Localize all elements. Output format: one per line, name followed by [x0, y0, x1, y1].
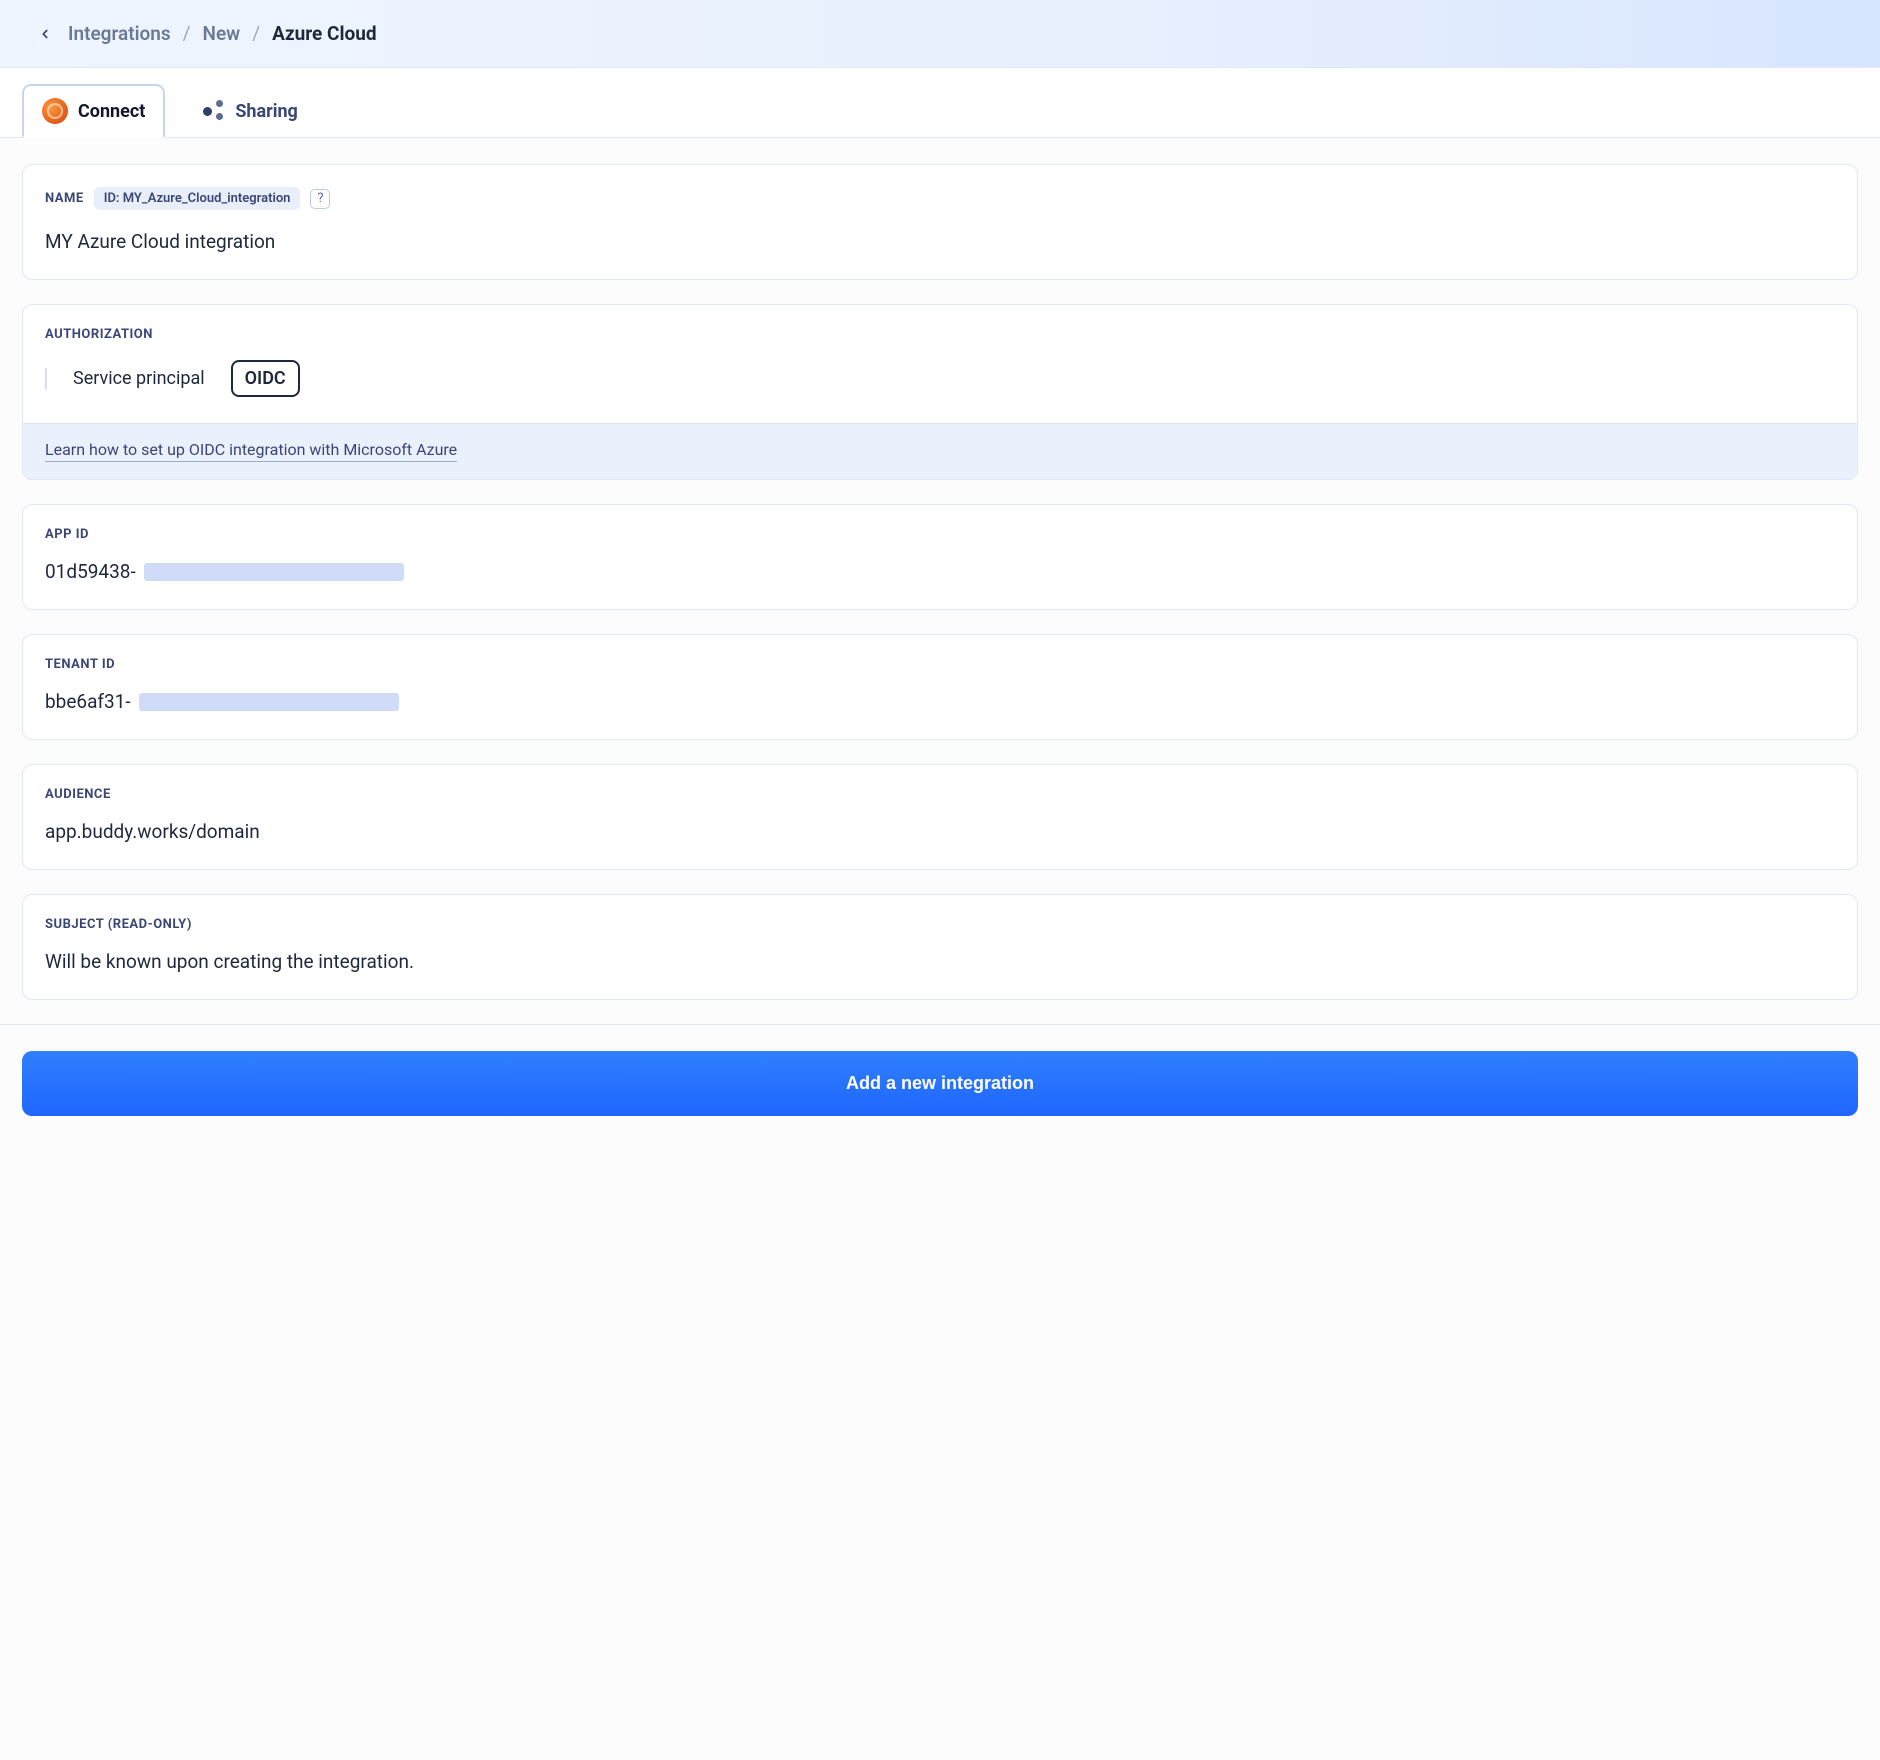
subject-label: SUBJECT (READ-ONLY) [45, 917, 1835, 932]
app-id-label: APP ID [45, 527, 1835, 542]
tenant-id-input[interactable]: bbe6af31- [45, 690, 1835, 713]
tab-strip: Connect Sharing [0, 68, 1880, 138]
auth-option-service-principal[interactable]: Service principal [61, 362, 217, 395]
top-bar: Integrations / New / Azure Cloud [0, 0, 1880, 68]
breadcrumb-integrations[interactable]: Integrations [68, 22, 171, 45]
authorization-toggle: Service principal OIDC [45, 360, 1835, 397]
app-id-input[interactable]: 01d59438- [45, 560, 1835, 583]
breadcrumb-current: Azure Cloud [272, 22, 376, 45]
tab-connect-label: Connect [78, 101, 145, 122]
integration-id-chip: ID: MY_Azure_Cloud_integration [94, 187, 301, 210]
name-label: NAME [45, 191, 84, 206]
name-card: NAME ID: MY_Azure_Cloud_integration ? MY… [22, 164, 1858, 280]
subject-card: SUBJECT (READ-ONLY) Will be known upon c… [22, 894, 1858, 1000]
app-id-prefix: 01d59438- [45, 560, 136, 583]
name-input[interactable]: MY Azure Cloud integration [45, 230, 1835, 253]
oidc-learn-link[interactable]: Learn how to set up OIDC integration wit… [45, 440, 457, 462]
form-content: NAME ID: MY_Azure_Cloud_integration ? MY… [0, 138, 1880, 1000]
tab-sharing-label: Sharing [235, 101, 298, 122]
tenant-id-card: TENANT ID bbe6af31- [22, 634, 1858, 740]
authorization-label: AUTHORIZATION [45, 327, 1835, 342]
add-integration-button[interactable]: Add a new integration [22, 1051, 1858, 1116]
app-id-masked [144, 563, 404, 581]
connect-icon [42, 98, 68, 124]
authorization-card: AUTHORIZATION Service principal OIDC Lea… [22, 304, 1858, 480]
tenant-id-prefix: bbe6af31- [45, 690, 131, 713]
toggle-divider [45, 368, 47, 390]
sharing-icon [203, 100, 225, 122]
app-id-card: APP ID 01d59438- [22, 504, 1858, 610]
chevron-left-icon [38, 27, 52, 41]
audience-input[interactable]: app.buddy.works/domain [45, 820, 1835, 843]
name-help-button[interactable]: ? [310, 189, 330, 209]
auth-option-oidc[interactable]: OIDC [231, 360, 300, 397]
id-value: MY_Azure_Cloud_integration [123, 191, 291, 206]
tab-sharing[interactable]: Sharing [183, 84, 318, 138]
oidc-info-banner: Learn how to set up OIDC integration wit… [23, 423, 1857, 479]
audience-card: AUDIENCE app.buddy.works/domain [22, 764, 1858, 870]
breadcrumb-separator: / [252, 22, 260, 45]
breadcrumb-separator: / [183, 22, 191, 45]
id-prefix: ID: [104, 191, 120, 206]
tab-connect[interactable]: Connect [22, 84, 165, 138]
tenant-id-label: TENANT ID [45, 657, 1835, 672]
footer: Add a new integration [0, 1024, 1880, 1144]
audience-label: AUDIENCE [45, 787, 1835, 802]
subject-value: Will be known upon creating the integrat… [45, 950, 1835, 973]
breadcrumb: Integrations / New / Azure Cloud [68, 22, 377, 45]
tenant-id-masked [139, 693, 399, 711]
breadcrumb-new[interactable]: New [203, 22, 241, 45]
back-button[interactable] [36, 25, 54, 43]
